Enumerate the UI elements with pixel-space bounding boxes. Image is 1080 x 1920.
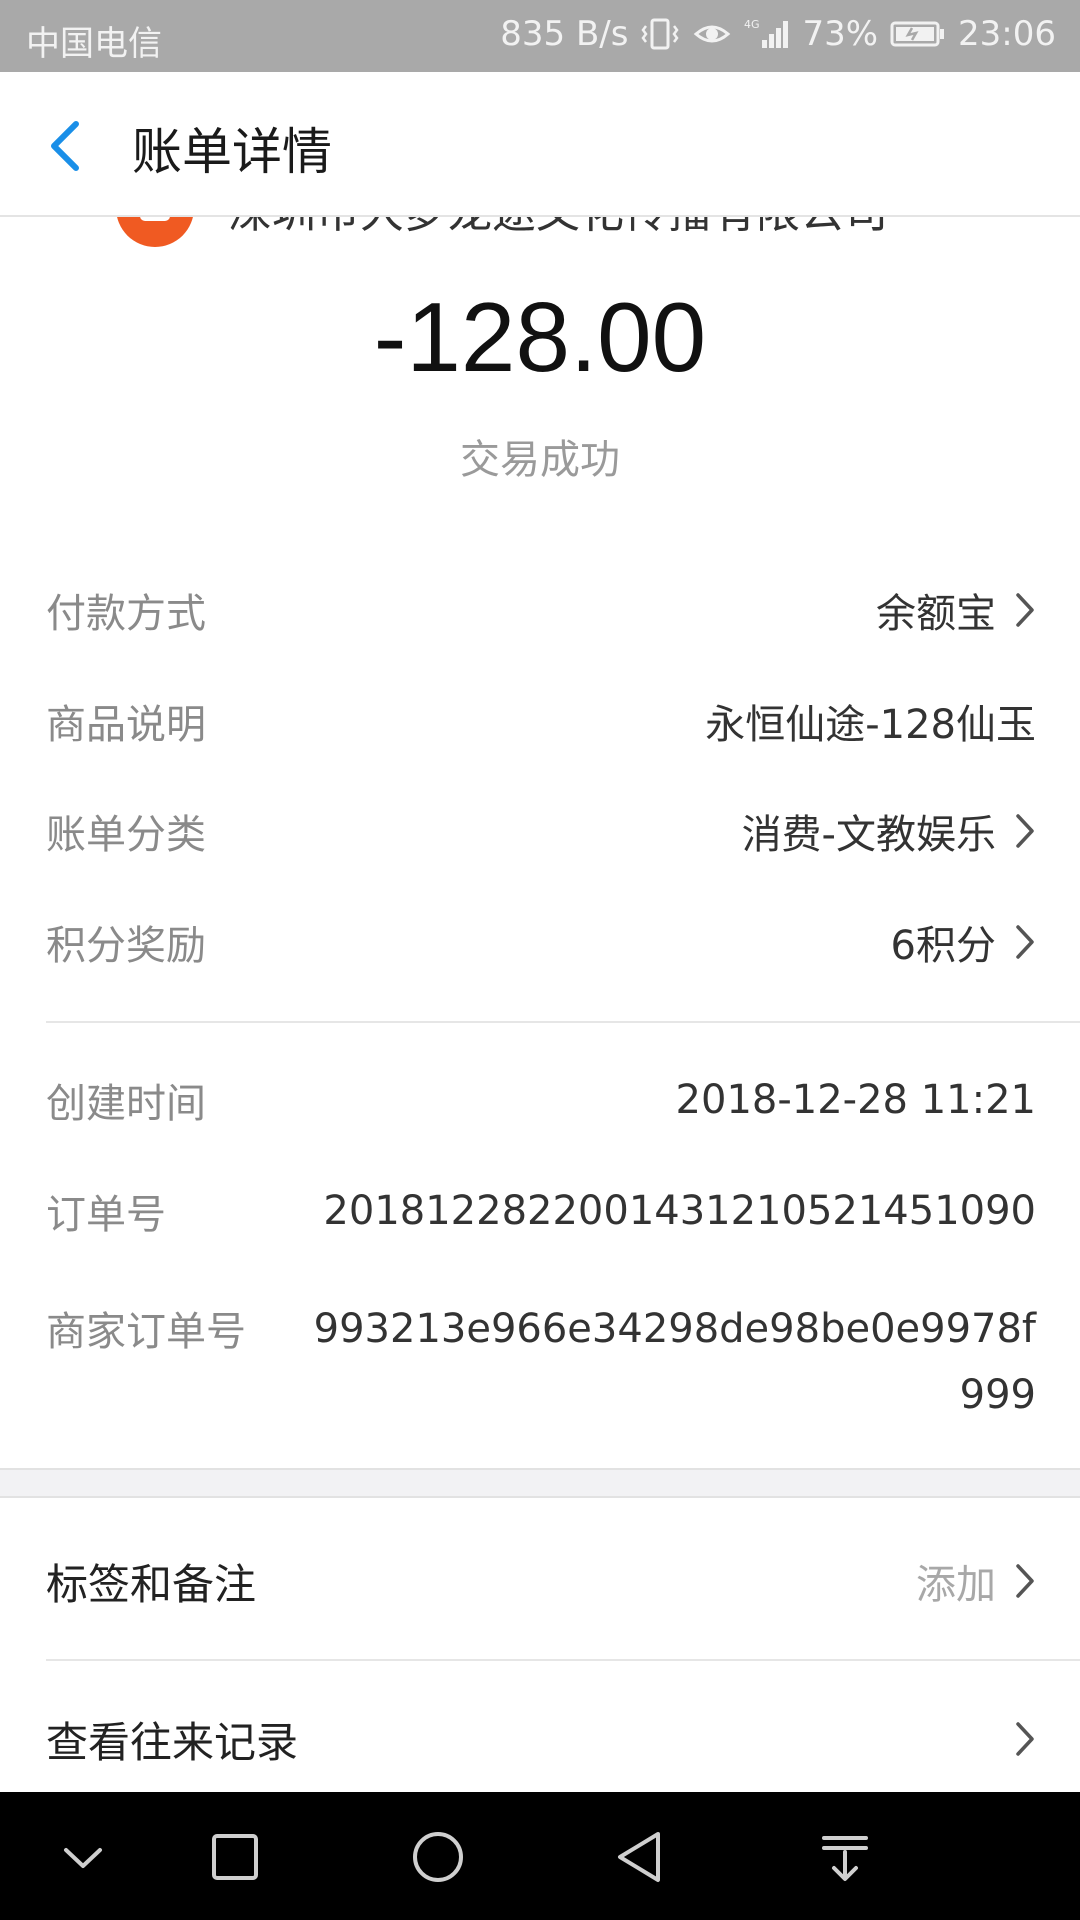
view-history-label: 查看往来记录 — [46, 1717, 299, 1767]
chevron-right-icon — [1016, 593, 1034, 627]
points-reward-row[interactable]: 积分奖励 6积分 — [46, 912, 1036, 972]
recent-apps-icon[interactable] — [200, 1822, 270, 1892]
chevron-right-icon — [1016, 1564, 1034, 1598]
status-bar: 中国电信 835 B/s 4G 73% 23:06 — [0, 0, 1080, 72]
chevron-left-icon[interactable] — [42, 116, 92, 176]
system-nav-bar — [0, 1792, 1080, 1920]
view-history-row[interactable]: 查看往来记录 — [46, 1704, 1036, 1774]
points-reward-value: 6积分 — [891, 913, 1036, 971]
page-title: 账单详情 — [132, 123, 332, 181]
add-tag-text: 添加 — [916, 1562, 996, 1608]
product-description-label: 商品说明 — [46, 702, 206, 748]
product-description-row: 商品说明 永恒仙途-128仙玉 — [46, 691, 1036, 751]
tags-notes-value: 添加 — [916, 1552, 1036, 1610]
bill-category-label: 账单分类 — [46, 812, 206, 858]
order-number-value: 2018122822001431210521451090 — [323, 1188, 1036, 1234]
created-time-value: 2018-12-28 11:21 — [675, 1077, 1036, 1123]
vibrate-icon — [641, 18, 679, 50]
order-number-row: 订单号 2018122822001431210521451090 — [46, 1181, 1036, 1241]
points-reward-label: 积分奖励 — [46, 923, 206, 969]
payment-method-label: 付款方式 — [46, 591, 206, 637]
network-type: 4G — [744, 18, 760, 31]
tags-notes-label: 标签和备注 — [46, 1559, 257, 1609]
payment-method-text: 余额宝 — [876, 591, 996, 637]
signal-icon: 4G — [744, 18, 789, 48]
section-separator — [0, 1468, 1080, 1498]
merchant-name: 深圳市大梦龙途文化传播有限公司 — [228, 217, 888, 240]
chevron-right-icon — [1016, 925, 1034, 959]
payment-method-value: 余额宝 — [876, 581, 1036, 639]
created-time-row: 创建时间 2018-12-28 11:21 — [46, 1070, 1036, 1130]
order-number-label: 订单号 — [46, 1192, 166, 1238]
view-history-arrow — [996, 1720, 1036, 1758]
merchant-logo — [116, 217, 194, 247]
clock: 23:06 — [958, 14, 1056, 54]
app-header: 账单详情 — [0, 72, 1080, 217]
status-icons: 835 B/s 4G 73% 23:06 — [500, 14, 1056, 54]
bill-category-text: 消费-文教娱乐 — [741, 812, 996, 858]
tags-notes-row[interactable]: 标签和备注 添加 — [46, 1546, 1036, 1616]
divider — [46, 1021, 1080, 1023]
product-description-value: 永恒仙途-128仙玉 — [705, 702, 1036, 748]
carrier-name: 中国电信 — [26, 24, 162, 64]
battery-level: 73% — [802, 14, 879, 54]
merchant-order-label: 商家订单号 — [46, 1309, 246, 1355]
created-time-label: 创建时间 — [46, 1081, 206, 1127]
notification-pull-down-icon[interactable] — [810, 1822, 880, 1892]
transaction-status: 交易成功 — [460, 437, 620, 483]
eye-comfort-icon — [694, 25, 731, 43]
payment-method-row[interactable]: 付款方式 余额宝 — [46, 580, 1036, 640]
chevron-right-icon — [1016, 814, 1034, 848]
chevron-down-icon[interactable] — [48, 1822, 118, 1892]
transaction-amount: -128.00 — [373, 282, 707, 392]
merchant-header: 深圳市大梦龙途文化传播有限公司 — [116, 217, 888, 247]
merchant-order-value: 993213e966e34298de98be0e9978f999 — [313, 1306, 1036, 1418]
net-speed: 835 B/s — [500, 14, 629, 54]
points-reward-text: 6积分 — [890, 923, 996, 969]
home-icon[interactable] — [403, 1822, 473, 1892]
bill-category-value: 消费-文教娱乐 — [742, 802, 1036, 860]
battery-charging-icon — [890, 21, 945, 47]
back-triangle-icon[interactable] — [606, 1822, 676, 1892]
chevron-right-icon — [1016, 1722, 1034, 1756]
bill-category-row[interactable]: 账单分类 消费-文教娱乐 — [46, 801, 1036, 861]
divider — [46, 1659, 1080, 1661]
